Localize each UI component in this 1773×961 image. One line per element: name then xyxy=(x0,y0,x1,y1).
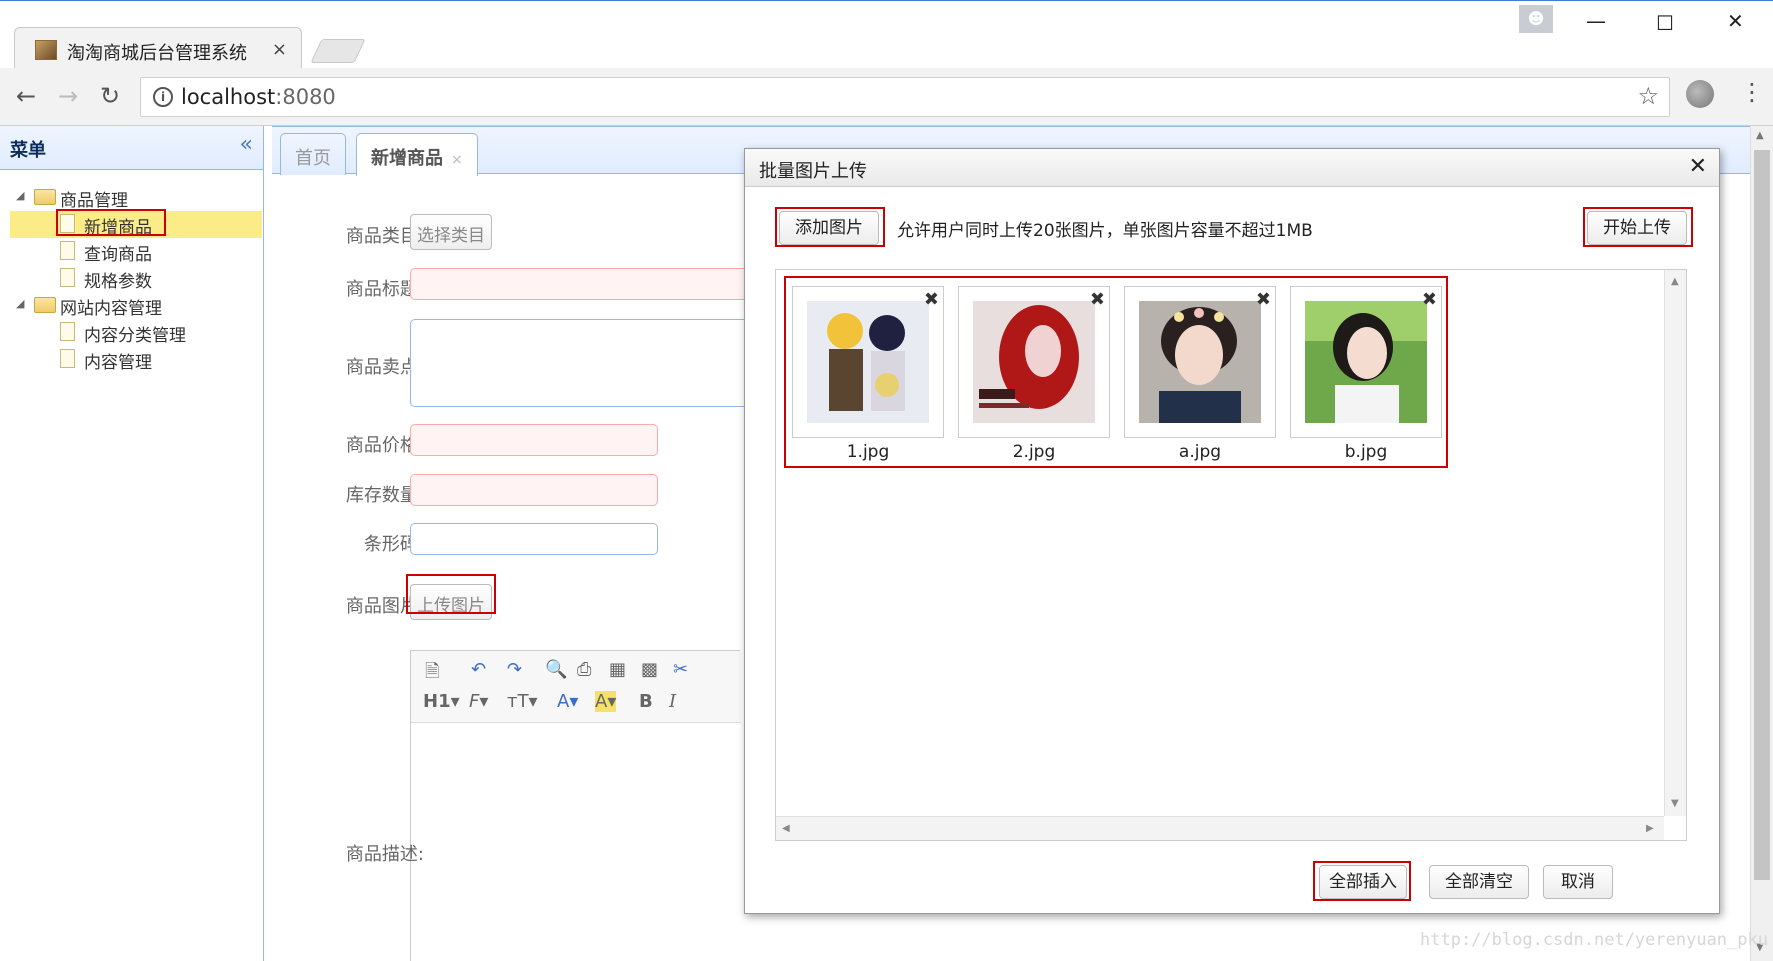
url-text: localhost:8080 xyxy=(181,85,336,109)
clear-all-button[interactable]: 全部清空 xyxy=(1429,865,1529,899)
title-label: 商品标题: xyxy=(345,279,424,300)
file-icon xyxy=(60,349,75,368)
watermark: http://blog.csdn.net/yerenyuan_pku xyxy=(1420,930,1768,950)
scroll-right-icon[interactable]: ▶ xyxy=(1646,823,1654,834)
undo-icon[interactable]: ↶ xyxy=(471,659,486,680)
scrollbar-thumb[interactable] xyxy=(1754,150,1770,880)
editor-toolbar: 🗎 ↶ ↷ 🔍 ⎙ ▦ ▩ ✂ H1▾ F▾ тT▾ A▾ A▾ B I xyxy=(411,651,741,723)
folder-icon xyxy=(34,189,56,205)
bold-icon[interactable]: B xyxy=(639,691,653,712)
font-size-icon[interactable]: тT▾ xyxy=(507,691,538,712)
highlight-box xyxy=(775,207,885,247)
sellpoint-textarea[interactable] xyxy=(410,319,746,407)
barcode-input[interactable] xyxy=(410,523,658,555)
template-icon[interactable]: ▦ xyxy=(609,659,626,680)
page-scrollbar[interactable]: ▲ ▼ xyxy=(1750,126,1773,961)
highlight-box xyxy=(784,276,1448,468)
rich-text-editor[interactable]: 🗎 ↶ ↷ 🔍 ⎙ ▦ ▩ ✂ H1▾ F▾ тT▾ A▾ A▾ B I xyxy=(410,650,741,961)
highlight-box xyxy=(56,209,166,236)
code-icon[interactable]: ▩ xyxy=(641,659,658,680)
tree-expand-icon[interactable]: ◢ xyxy=(16,297,24,310)
stock-input[interactable] xyxy=(410,474,658,506)
tree-node-site-content[interactable]: ◢ 网站内容管理 xyxy=(0,292,262,319)
dialog-body: 添加图片 允许用户同时上传20张图片，单张图片容量不超过1MB 开始上传 ✖ 1… xyxy=(745,187,1719,901)
font-color-icon[interactable]: A▾ xyxy=(557,691,578,712)
scroll-down-icon[interactable]: ▼ xyxy=(1671,798,1679,809)
print-icon[interactable]: ⎙ xyxy=(577,659,591,680)
source-icon[interactable]: 🗎 xyxy=(425,659,439,689)
title-input[interactable] xyxy=(410,268,746,300)
font-family-icon[interactable]: F▾ xyxy=(469,691,488,712)
site-favicon-icon xyxy=(35,40,57,60)
highlight-box xyxy=(1583,207,1693,247)
select-category-button[interactable]: 选择类目 xyxy=(410,214,492,250)
sidebar-title: 菜单 xyxy=(10,140,46,161)
collapse-sidebar-icon[interactable]: « xyxy=(240,132,253,157)
scrollbar-corner xyxy=(1664,816,1686,840)
italic-icon[interactable]: I xyxy=(669,691,676,712)
bookmark-star-icon[interactable]: ☆ xyxy=(1637,82,1659,110)
browser-toolbar: ← → ↻ i localhost:8080 ☆ ⋮ xyxy=(0,68,1773,126)
address-bar[interactable]: i localhost:8080 ☆ xyxy=(140,77,1670,117)
redo-icon[interactable]: ↷ xyxy=(507,659,522,680)
queue-horizontal-scrollbar[interactable]: ◀ ▶ xyxy=(776,816,1664,840)
cancel-button[interactable]: 取消 xyxy=(1543,865,1613,899)
preview-icon[interactable]: 🔍 xyxy=(545,659,567,680)
price-input[interactable] xyxy=(410,424,658,456)
file-icon xyxy=(60,241,75,260)
highlight-box xyxy=(1313,861,1411,901)
sidebar: 菜单 « ◢ 商品管理 新增商品 查询商品 规格参数 ◢ 网站内容管理 内容分类… xyxy=(0,126,264,961)
tree-node-spec-params[interactable]: 规格参数 xyxy=(0,265,262,292)
description-label: 商品描述: xyxy=(345,844,424,865)
window-close-icon[interactable]: ✕ xyxy=(1727,9,1744,33)
dialog-titlebar: 批量图片上传 ✕ xyxy=(745,149,1719,187)
dialog-title: 批量图片上传 xyxy=(759,161,867,182)
scroll-up-icon[interactable]: ▲ xyxy=(1756,130,1764,141)
browser-titlebar: 淘淘商城后台管理系统 × ☻ — ☐ ✕ xyxy=(0,0,1773,71)
minimize-icon[interactable]: — xyxy=(1586,9,1606,33)
back-icon[interactable]: ← xyxy=(16,82,36,110)
browser-menu-icon[interactable]: ⋮ xyxy=(1740,78,1764,106)
sellpoint-label: 商品卖点: xyxy=(345,357,424,378)
file-icon xyxy=(60,268,75,287)
highlight-color-icon[interactable]: A▾ xyxy=(595,691,617,712)
barcode-label: 条形码: xyxy=(363,534,424,555)
batch-upload-dialog: 批量图片上传 ✕ 添加图片 允许用户同时上传20张图片，单张图片容量不超过1MB… xyxy=(744,148,1720,914)
tree-node-goods[interactable]: ◢ 商品管理 xyxy=(0,184,262,211)
queue-vertical-scrollbar[interactable]: ▲ ▼ xyxy=(1664,270,1686,818)
scroll-left-icon[interactable]: ◀ xyxy=(782,823,790,834)
sidebar-header: 菜单 « xyxy=(0,126,263,170)
folder-icon xyxy=(34,297,56,313)
browser-tab-title: 淘淘商城后台管理系统 xyxy=(67,43,247,64)
stock-label: 库存数量: xyxy=(345,485,424,506)
tree-node-content-manage[interactable]: 内容管理 xyxy=(0,346,262,373)
site-info-icon[interactable]: i xyxy=(153,87,173,107)
forward-icon[interactable]: → xyxy=(58,82,78,110)
heading-icon[interactable]: H1▾ xyxy=(423,691,460,712)
maximize-icon[interactable]: ☐ xyxy=(1656,11,1674,35)
upload-hint: 允许用户同时上传20张图片，单张图片容量不超过1MB xyxy=(897,221,1313,241)
upload-queue: ✖ 1.jpg ✖ 2.jpg ✖ a.jpg ✖ b.jpg ▲ ▼ ◀ ▶ xyxy=(775,269,1687,841)
tab-home[interactable]: 首页 xyxy=(280,133,346,175)
price-label: 商品价格: xyxy=(345,435,424,456)
scroll-up-icon[interactable]: ▲ xyxy=(1671,276,1679,287)
tree-expand-icon[interactable]: ◢ xyxy=(16,189,24,202)
tab-close-icon[interactable]: × xyxy=(451,152,463,168)
file-icon xyxy=(60,322,75,341)
tab-close-icon[interactable]: × xyxy=(272,39,287,60)
category-label: 商品类目: xyxy=(345,226,424,247)
tree-node-query-item[interactable]: 查询商品 xyxy=(0,238,262,265)
new-tab-button[interactable] xyxy=(310,39,366,63)
tree-node-content-category[interactable]: 内容分类管理 xyxy=(0,319,262,346)
highlight-box xyxy=(406,574,496,614)
dialog-close-icon[interactable]: ✕ xyxy=(1689,154,1707,179)
extension-icon[interactable] xyxy=(1686,80,1714,108)
cut-icon[interactable]: ✂ xyxy=(673,659,688,680)
browser-tab[interactable]: 淘淘商城后台管理系统 × xyxy=(14,27,302,71)
profile-icon[interactable]: ☻ xyxy=(1519,5,1553,33)
reload-icon[interactable]: ↻ xyxy=(100,82,120,110)
tab-add-item[interactable]: 新增商品 × xyxy=(356,133,478,176)
